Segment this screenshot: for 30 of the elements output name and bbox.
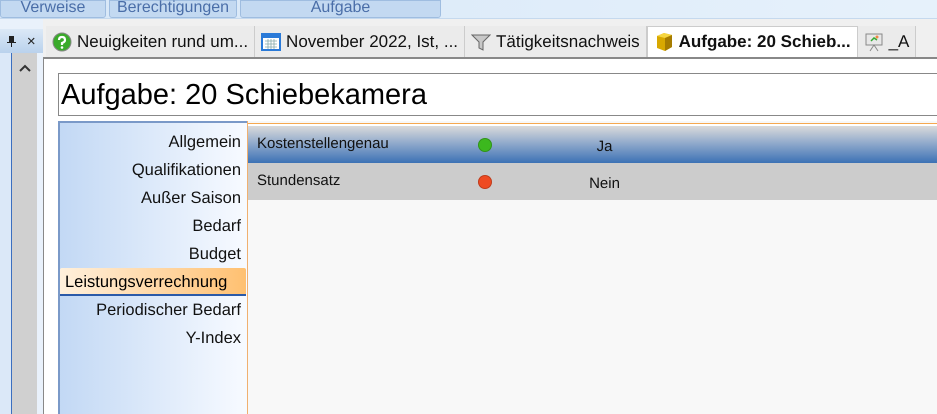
close-icon[interactable]: × — [26, 34, 36, 48]
document-tab[interactable]: _A — [858, 26, 916, 57]
nav-item[interactable]: Qualifikationen — [60, 156, 246, 184]
document-tab[interactable]: Tätigkeitsnachweis — [465, 26, 647, 57]
calendar-icon — [261, 32, 282, 52]
nav-item[interactable]: Leistungsverrechnung — [60, 268, 246, 296]
nav-item[interactable]: Bedarf — [60, 212, 246, 240]
nav-item[interactable]: Periodischer Bedarf — [60, 296, 246, 324]
nav-item[interactable]: Allgemein — [60, 128, 246, 156]
row-name: Stundensatz — [256, 171, 342, 192]
funnel-icon — [471, 32, 492, 52]
ribbon-tab[interactable]: Verweise — [0, 0, 106, 18]
document-tab[interactable]: November 2022, Ist, ... — [255, 26, 466, 57]
row-value: Nein — [588, 174, 621, 194]
nav-item[interactable]: Budget — [60, 240, 246, 268]
row-name: Kostenstellengenau — [256, 134, 390, 154]
nav-item[interactable]: Außer Saison — [60, 184, 246, 212]
scroll-up-icon[interactable] — [18, 63, 32, 73]
table-row[interactable]: Stundensatz Nein — [248, 163, 937, 200]
document-tab[interactable]: Neuigkeiten rund um... — [46, 26, 256, 57]
ribbon-tab[interactable]: Aufgabe — [240, 0, 441, 18]
page-title: Aufgabe: 20 Schiebekamera — [58, 73, 937, 116]
pin-icon[interactable] — [7, 35, 16, 47]
nav-item[interactable]: Y-Index — [60, 324, 246, 352]
easel-icon — [864, 32, 884, 52]
ribbon-tab[interactable]: Berechtigungen — [109, 0, 237, 18]
document-tab[interactable]: Aufgabe: 20 Schieb... — [646, 26, 858, 57]
table-row[interactable]: Kostenstellengenau Ja — [248, 126, 937, 163]
help-icon — [52, 32, 72, 52]
row-value: Ja — [596, 136, 614, 157]
